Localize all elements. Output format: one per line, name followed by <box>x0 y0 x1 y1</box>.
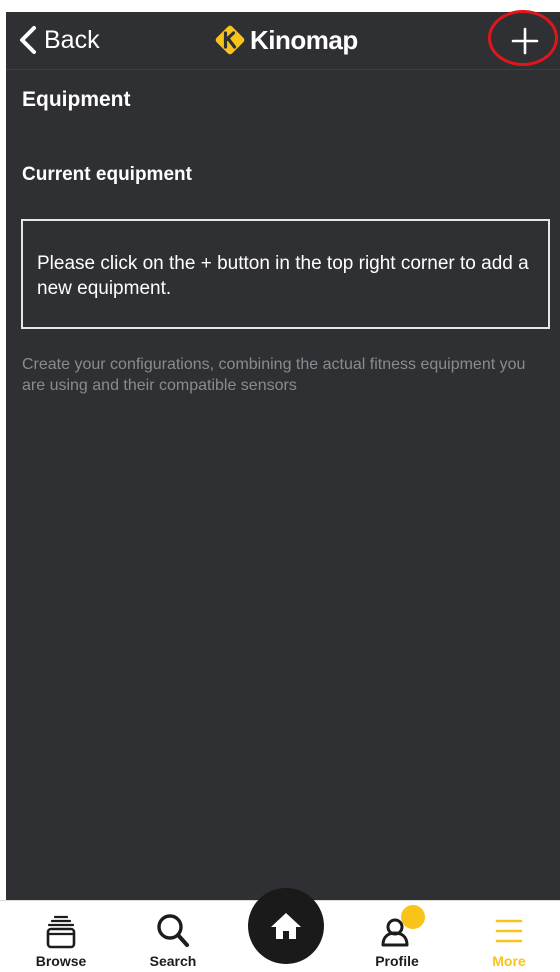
tab-search-label: Search <box>149 953 197 969</box>
back-button[interactable]: Back <box>16 20 100 60</box>
back-label: Back <box>44 25 100 54</box>
menu-icon <box>495 919 523 943</box>
kinomap-logo-icon <box>215 25 245 55</box>
search-icon <box>157 914 189 947</box>
tab-browse-label: Browse <box>35 953 87 969</box>
profile-icon <box>381 905 425 947</box>
tab-search[interactable]: Search <box>128 901 218 972</box>
notification-dot <box>401 905 425 929</box>
tab-profile[interactable]: Profile <box>352 901 442 972</box>
tab-browse[interactable]: Browse <box>16 901 106 972</box>
browse-icon <box>46 915 76 949</box>
empty-message-text: Please click on the + button in the top … <box>37 253 529 299</box>
annotation-circle <box>488 10 558 66</box>
tab-more[interactable]: More <box>464 901 554 972</box>
page-title: Equipment <box>22 88 131 111</box>
app-screen: Back Kinomap Equipment Current equipment… <box>6 12 560 900</box>
configuration-hint: Create your configurations, combining th… <box>22 356 526 394</box>
navigation-bar: Back Kinomap <box>6 12 560 70</box>
home-icon <box>271 913 301 939</box>
tab-profile-label: Profile <box>375 953 419 969</box>
brand-name: Kinomap <box>250 24 358 55</box>
empty-equipment-message: Please click on the + button in the top … <box>21 219 550 329</box>
chevron-left-icon <box>20 26 36 54</box>
brand-logo: Kinomap <box>214 22 358 58</box>
tab-more-label: More <box>492 953 526 969</box>
home-button[interactable] <box>248 888 324 964</box>
current-equipment-heading: Current equipment <box>22 164 192 185</box>
